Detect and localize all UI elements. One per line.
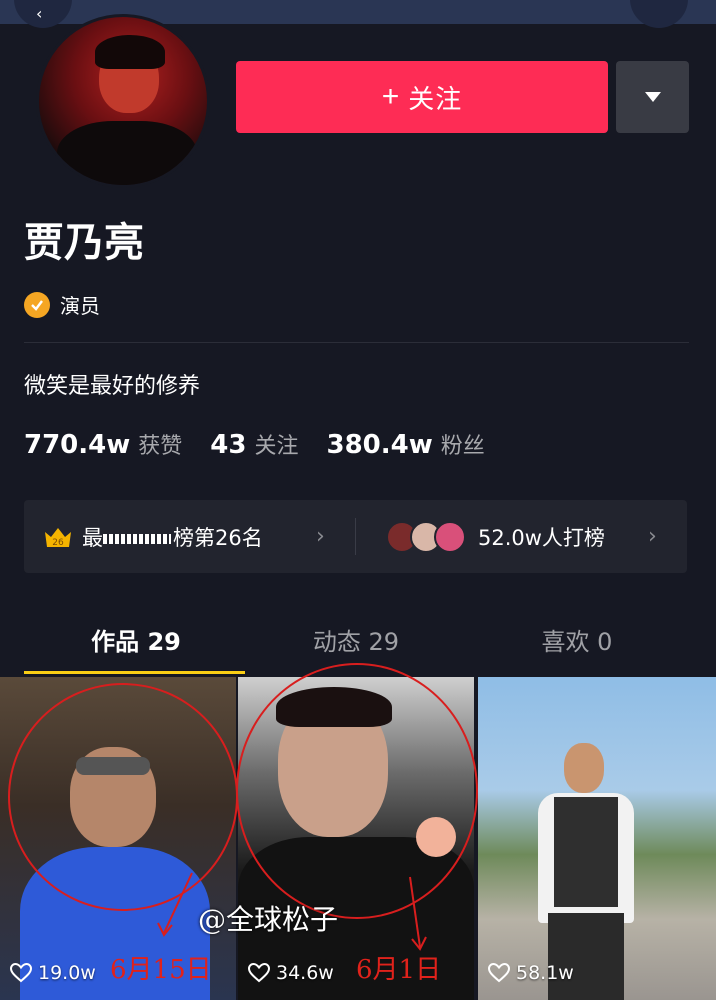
redacted-mark [103,533,171,544]
supporters-entry[interactable]: 52.0w人打榜 [386,500,605,573]
svg-text:26: 26 [52,538,64,548]
follow-button[interactable]: + 关注 [236,61,608,133]
recommend-dropdown-button[interactable] [616,61,689,133]
tab-works[interactable]: 作品 29 [17,622,255,657]
active-tab-indicator [24,671,245,674]
back-icon: ‹ [36,4,43,23]
plus-icon: + [381,80,401,113]
chevron-right-icon[interactable]: › [648,524,657,549]
profile-name: 贾乃亮 [24,220,144,266]
verified-check-icon [24,291,50,318]
rank-text: 最榜第26名 [82,525,263,550]
verification-label: 演员 [60,294,100,318]
bio-text: 微笑是最好的修养 [24,374,201,399]
tab-updates[interactable]: 动态 29 [237,622,475,657]
dropdown-triangle-icon [644,92,661,102]
watermark: @全球松子 [198,903,339,936]
verification-row: 演员 [24,290,100,319]
follow-label: 关注 [408,83,463,114]
rank-card: 26 最榜第26名 › 52.0w人打榜 › [24,500,687,573]
rank-entry[interactable]: 26 最榜第26名 [44,500,263,573]
stat-following[interactable]: 43 关注 [210,428,298,460]
stat-likes[interactable]: 770.4w 获赞 [24,428,182,460]
supporter-avatars [386,520,466,553]
video-grid: 19.0w 6月15日 34.6w 6月1日 58.1w [0,663,716,1000]
tab-likes[interactable]: 喜欢 0 [458,622,696,657]
supporters-text: 52.0w人打榜 [478,525,605,550]
annotation-arrows [157,872,427,951]
avatar[interactable] [36,14,210,188]
divider [24,342,689,343]
stat-followers[interactable]: 380.4w 粉丝 [326,428,484,460]
rank-separator [355,518,356,555]
chevron-right-icon[interactable]: › [316,524,325,549]
stats-row: 770.4w 获赞 43 关注 380.4w 粉丝 [24,428,485,460]
crown-icon: 26 [44,526,72,548]
